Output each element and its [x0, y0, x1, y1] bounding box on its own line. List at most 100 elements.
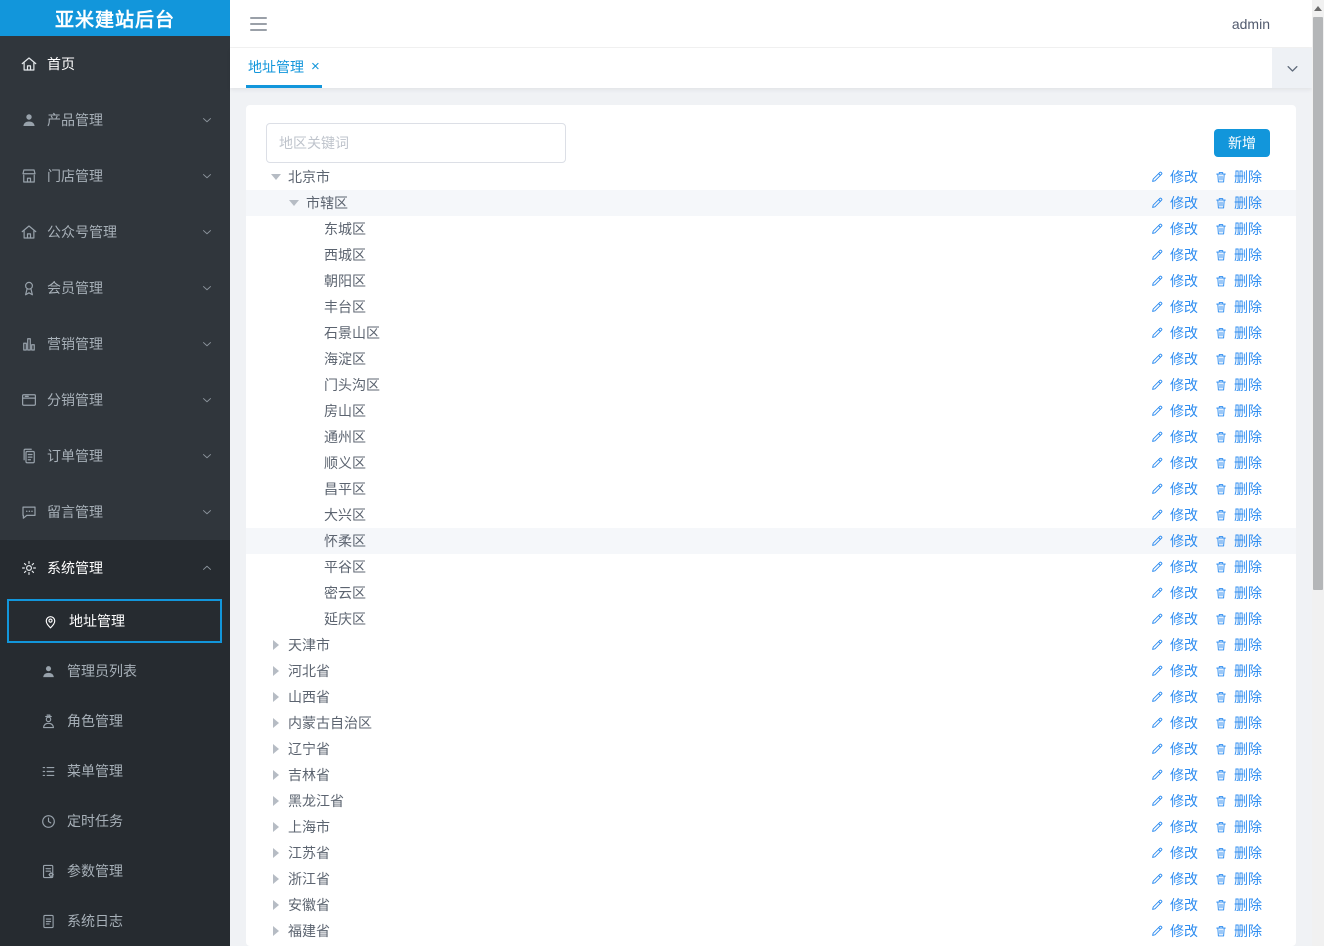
expand-arrow-icon[interactable] — [273, 744, 279, 754]
edit-link[interactable]: 修改 — [1150, 661, 1198, 681]
tree-row[interactable]: 昌平区 修改 删除 — [246, 476, 1296, 502]
sidebar-subitem-address[interactable]: 地址管理 — [7, 599, 222, 643]
expand-arrow-icon[interactable] — [273, 666, 279, 676]
page-scrollbar[interactable] — [1312, 0, 1324, 946]
tree-row[interactable]: 河北省 修改 删除 — [246, 658, 1296, 684]
tree-row[interactable]: 通州区 修改 删除 — [246, 424, 1296, 450]
sidebar-item-marketing[interactable]: 营销管理 — [0, 316, 230, 372]
delete-link[interactable]: 删除 — [1214, 427, 1262, 447]
delete-link[interactable]: 删除 — [1214, 375, 1262, 395]
delete-link[interactable]: 删除 — [1214, 661, 1262, 681]
delete-link[interactable]: 删除 — [1214, 921, 1262, 941]
edit-link[interactable]: 修改 — [1150, 869, 1198, 889]
edit-link[interactable]: 修改 — [1150, 271, 1198, 291]
tree-row[interactable]: 朝阳区 修改 删除 — [246, 268, 1296, 294]
tree-row[interactable]: 顺义区 修改 删除 — [246, 450, 1296, 476]
edit-link[interactable]: 修改 — [1150, 765, 1198, 785]
edit-link[interactable]: 修改 — [1150, 583, 1198, 603]
edit-link[interactable]: 修改 — [1150, 297, 1198, 317]
tree-row[interactable]: 浙江省 修改 删除 — [246, 866, 1296, 892]
delete-link[interactable]: 删除 — [1214, 505, 1262, 525]
edit-link[interactable]: 修改 — [1150, 739, 1198, 759]
expand-arrow-icon[interactable] — [273, 926, 279, 936]
delete-link[interactable]: 删除 — [1214, 843, 1262, 863]
expand-arrow-icon[interactable] — [273, 770, 279, 780]
delete-link[interactable]: 删除 — [1214, 687, 1262, 707]
edit-link[interactable]: 修改 — [1150, 219, 1198, 239]
tree-row[interactable]: 房山区 修改 删除 — [246, 398, 1296, 424]
delete-link[interactable]: 删除 — [1214, 583, 1262, 603]
tree-row[interactable]: 吉林省 修改 删除 — [246, 762, 1296, 788]
edit-link[interactable]: 修改 — [1150, 921, 1198, 941]
edit-link[interactable]: 修改 — [1150, 401, 1198, 421]
delete-link[interactable]: 删除 — [1214, 635, 1262, 655]
tree-row[interactable]: 福建省 修改 删除 — [246, 918, 1296, 944]
expand-arrow-icon[interactable] — [273, 822, 279, 832]
sidebar-item-member[interactable]: 会员管理 — [0, 260, 230, 316]
delete-link[interactable]: 删除 — [1214, 765, 1262, 785]
edit-link[interactable]: 修改 — [1150, 817, 1198, 837]
expand-arrow-icon[interactable] — [273, 692, 279, 702]
tree-row[interactable]: 大兴区 修改 删除 — [246, 502, 1296, 528]
delete-link[interactable]: 删除 — [1214, 245, 1262, 265]
sidebar-item-store[interactable]: 门店管理 — [0, 148, 230, 204]
edit-link[interactable]: 修改 — [1150, 427, 1198, 447]
edit-link[interactable]: 修改 — [1150, 557, 1198, 577]
delete-link[interactable]: 删除 — [1214, 739, 1262, 759]
tree-row[interactable]: 丰台区 修改 删除 — [246, 294, 1296, 320]
tab-address-management[interactable]: 地址管理 × — [246, 48, 322, 88]
tree-row[interactable]: 延庆区 修改 删除 — [246, 606, 1296, 632]
edit-link[interactable]: 修改 — [1150, 505, 1198, 525]
edit-link[interactable]: 修改 — [1150, 635, 1198, 655]
delete-link[interactable]: 删除 — [1214, 479, 1262, 499]
expand-arrow-icon[interactable] — [273, 900, 279, 910]
delete-link[interactable]: 删除 — [1214, 713, 1262, 733]
scrollbar-up-arrow-icon[interactable] — [1312, 0, 1324, 16]
delete-link[interactable]: 删除 — [1214, 609, 1262, 629]
edit-link[interactable]: 修改 — [1150, 245, 1198, 265]
tree-row[interactable]: 市辖区 修改 删除 — [246, 190, 1296, 216]
sidebar-item-order[interactable]: 订单管理 — [0, 428, 230, 484]
sidebar-item-distribution[interactable]: 分销管理 — [0, 372, 230, 428]
delete-link[interactable]: 删除 — [1214, 271, 1262, 291]
collapse-arrow-icon[interactable] — [289, 200, 299, 206]
tab-list-chevron-down-icon[interactable] — [1272, 48, 1312, 88]
tree-row[interactable]: 上海市 修改 删除 — [246, 814, 1296, 840]
edit-link[interactable]: 修改 — [1150, 349, 1198, 369]
delete-link[interactable]: 删除 — [1214, 167, 1262, 187]
sidebar-item-official-account[interactable]: 公众号管理 — [0, 204, 230, 260]
tree-row[interactable]: 黑龙江省 修改 删除 — [246, 788, 1296, 814]
tree-row[interactable]: 平谷区 修改 删除 — [246, 554, 1296, 580]
hamburger-menu-icon[interactable] — [250, 16, 267, 31]
scrollbar-thumb[interactable] — [1313, 17, 1323, 590]
edit-link[interactable]: 修改 — [1150, 895, 1198, 915]
delete-link[interactable]: 删除 — [1214, 531, 1262, 551]
tree-row[interactable]: 安徽省 修改 删除 — [246, 892, 1296, 918]
tree-row[interactable]: 内蒙古自治区 修改 删除 — [246, 710, 1296, 736]
edit-link[interactable]: 修改 — [1150, 479, 1198, 499]
delete-link[interactable]: 删除 — [1214, 297, 1262, 317]
sidebar-subitem-param[interactable]: 参数管理 — [0, 846, 230, 896]
edit-link[interactable]: 修改 — [1150, 791, 1198, 811]
tree-row[interactable]: 怀柔区 修改 删除 — [246, 528, 1296, 554]
tree-row[interactable]: 门头沟区 修改 删除 — [246, 372, 1296, 398]
current-user[interactable]: admin — [1232, 16, 1270, 32]
tree-row[interactable]: 北京市 修改 删除 — [246, 164, 1296, 190]
delete-link[interactable]: 删除 — [1214, 869, 1262, 889]
add-button[interactable]: 新增 — [1214, 129, 1270, 157]
delete-link[interactable]: 删除 — [1214, 349, 1262, 369]
edit-link[interactable]: 修改 — [1150, 713, 1198, 733]
expand-arrow-icon[interactable] — [273, 796, 279, 806]
tree-row[interactable]: 东城区 修改 删除 — [246, 216, 1296, 242]
expand-arrow-icon[interactable] — [273, 718, 279, 728]
delete-link[interactable]: 删除 — [1214, 219, 1262, 239]
delete-link[interactable]: 删除 — [1214, 791, 1262, 811]
tree-row[interactable]: 辽宁省 修改 删除 — [246, 736, 1296, 762]
delete-link[interactable]: 删除 — [1214, 817, 1262, 837]
sidebar-subitem-menu[interactable]: 菜单管理 — [0, 746, 230, 796]
edit-link[interactable]: 修改 — [1150, 375, 1198, 395]
delete-link[interactable]: 删除 — [1214, 401, 1262, 421]
search-input[interactable] — [266, 123, 566, 163]
edit-link[interactable]: 修改 — [1150, 687, 1198, 707]
delete-link[interactable]: 删除 — [1214, 323, 1262, 343]
